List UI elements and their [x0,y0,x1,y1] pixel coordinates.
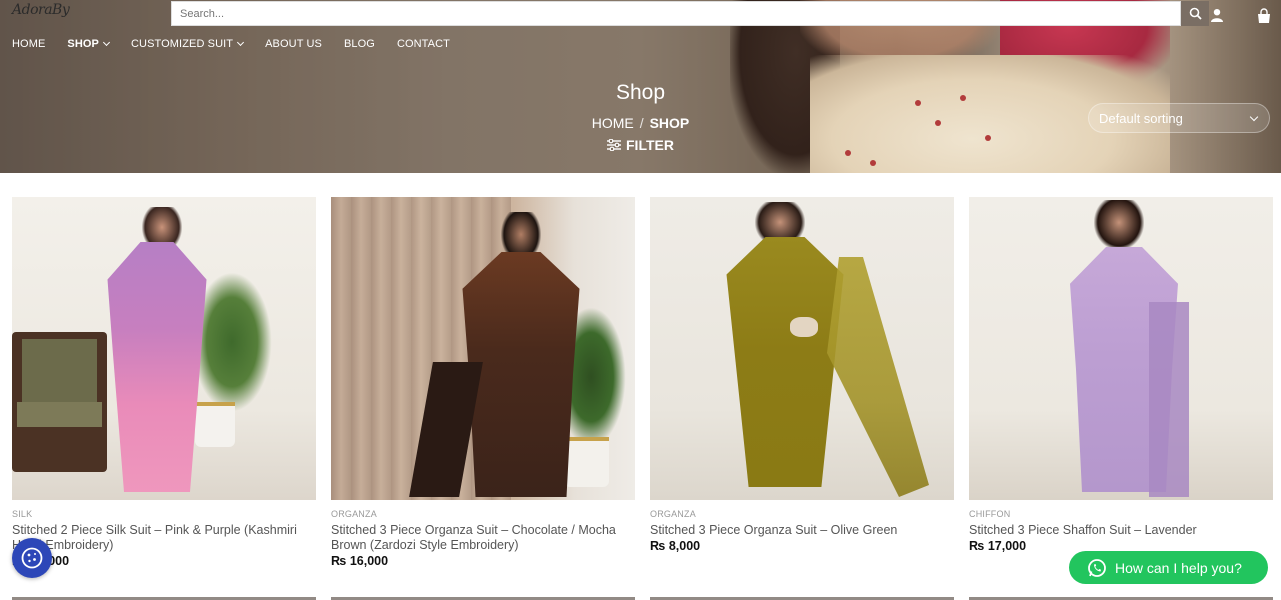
breadcrumb-current: SHOP [649,115,690,131]
price-value: 16,000 [349,554,389,568]
product-image[interactable] [12,197,316,500]
product-category[interactable]: ORGANZA [331,509,635,519]
nav-item-contact[interactable]: CONTACT [397,38,450,50]
product-price: ₨ 8,000 [650,539,954,553]
user-account-button[interactable] [1210,8,1224,22]
sorting-value: Default sorting [1099,110,1183,126]
product-title[interactable]: Stitched 2 Piece Silk Suit – Pink & Purp… [12,523,316,553]
page-title: Shop [615,81,666,104]
nav-label: ABOUT US [265,38,322,50]
product-card[interactable]: CHIFFON Stitched 3 Piece Shaffon Suit – … [969,197,1273,553]
whatsapp-chat-button[interactable]: How can I help you? [1069,551,1268,584]
site-logo[interactable]: AdoraBy [12,2,70,24]
currency-symbol: ₨ [331,554,347,568]
filter-label: FILTER [626,137,674,153]
chevron-down-icon [102,38,111,47]
nav-item-about-us[interactable]: ABOUT US [265,38,322,50]
search-icon [1189,7,1202,20]
product-card[interactable]: ORGANZA Stitched 3 Piece Organza Suit – … [331,197,635,568]
user-icon [1211,9,1223,22]
nav-label: BLOG [343,38,375,50]
currency-symbol: ₨ [969,539,985,553]
product-price: ₨ 16,000 [331,554,635,568]
logo-text: AdoraBy [12,2,70,18]
nav-label: HOME [12,38,46,50]
filter-icon [607,139,621,151]
product-card[interactable]: SILK Stitched 2 Piece Silk Suit – Pink &… [12,197,316,568]
product-title[interactable]: Stitched 3 Piece Organza Suit – Olive Gr… [650,523,954,538]
price-value: 8,000 [668,539,701,553]
breadcrumb-separator: / [639,115,644,131]
chevron-down-icon [1249,112,1259,122]
product-price: ₨ 12,000 [12,554,316,568]
nav-item-home[interactable]: HOME [12,38,45,50]
search-input[interactable] [172,2,1180,25]
search-field-wrapper [171,1,1181,26]
nav-item-shop[interactable]: SHOP [67,38,111,50]
product-category[interactable]: ORGANZA [650,509,954,519]
price-value: 17,000 [987,539,1027,553]
nav-item-customized-suit[interactable]: CUSTOMIZED SUIT [130,38,245,50]
nav-label: CUSTOMIZED SUIT [130,38,234,50]
filter-button[interactable]: FILTER [607,137,674,153]
nav-label: CONTACT [396,38,450,50]
search-button[interactable] [1181,1,1209,26]
whatsapp-icon [1088,558,1106,577]
product-title[interactable]: Stitched 3 Piece Organza Suit – Chocolat… [331,523,635,553]
product-category[interactable]: CHIFFON [969,509,1273,519]
product-image[interactable] [969,197,1273,500]
chevron-down-icon [237,38,245,47]
nav-item-blog[interactable]: BLOG [344,38,375,50]
currency-symbol: ₨ [650,539,666,553]
product-title[interactable]: Stitched 3 Piece Shaffon Suit – Lavender [969,523,1273,538]
product-image[interactable] [331,197,635,500]
nav-label: SHOP [67,38,99,50]
whatsapp-label: How can I help you? [1115,559,1242,576]
product-card[interactable]: ORGANZA Stitched 3 Piece Organza Suit – … [650,197,954,553]
cookie-icon [21,547,43,569]
cart-icon [1258,8,1270,23]
product-image[interactable] [650,197,954,500]
sorting-select[interactable]: Default sorting [1088,103,1270,133]
breadcrumb-home[interactable]: HOME [592,115,634,131]
product-category[interactable]: SILK [12,509,316,519]
cookie-settings-button[interactable] [12,538,52,578]
cart-button[interactable] [1256,8,1272,24]
main-nav: HOME SHOP CUSTOMIZED SUIT ABOUT US BLOG … [12,38,472,50]
